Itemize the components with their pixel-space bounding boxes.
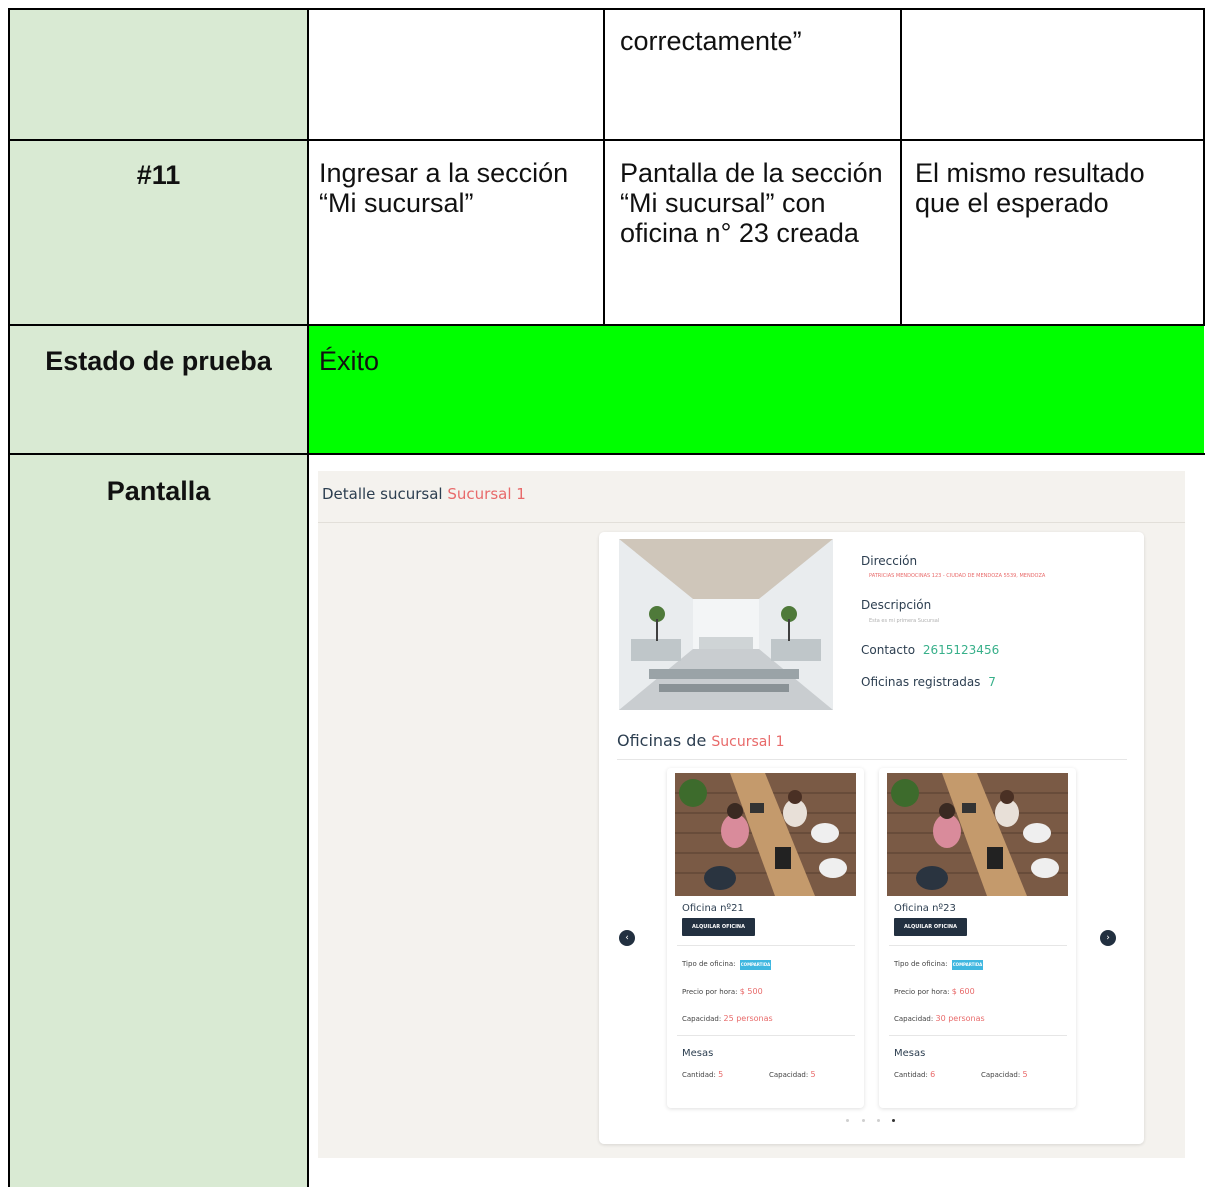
status-value: Éxito — [319, 346, 380, 376]
price-row: Precio por hora: $ 600 — [894, 987, 975, 996]
price-row: Precio por hora: $ 500 — [682, 987, 763, 996]
offices-divider — [617, 759, 1127, 760]
table-border-col3 — [603, 8, 605, 326]
table-border-top — [8, 8, 1205, 10]
status-cell — [308, 325, 1204, 454]
office-type-badge: COMPARTIDA — [952, 960, 983, 970]
description-label: Descripción — [861, 598, 932, 612]
chevron-right-icon: › — [1106, 933, 1110, 943]
row1-result-text: correctamente” — [620, 26, 802, 56]
card-divider — [677, 1035, 855, 1036]
contact-row: Contacto 2615123456 — [861, 643, 1000, 657]
table-border-label-right — [307, 8, 309, 1187]
offices-count: 7 — [988, 675, 996, 689]
app-screenshot: Detalle sucursal Sucursal 1 Dirección PA… — [318, 471, 1185, 1158]
tables-heading: Mesas — [682, 1048, 714, 1059]
branch-name: Sucursal 1 — [447, 485, 526, 503]
test-id: #11 — [136, 160, 181, 190]
card-divider — [889, 945, 1067, 946]
office-card: Oficina nº21 ALQUILAR OFICINA Tipo de of… — [667, 768, 864, 1108]
table-border-row4-top — [8, 453, 1205, 455]
carousel-dot[interactable] — [877, 1119, 880, 1122]
branch-card: Dirección PATRICIAS MENDOCINAS 123 - CIU… — [599, 532, 1144, 1144]
office-type-label: Tipo de oficina: — [682, 960, 736, 968]
capacity-row: Capacidad: 25 personas — [682, 1014, 773, 1023]
table-border-left — [8, 8, 10, 1187]
tables-cap-row: Capacidad: 5 — [769, 1070, 816, 1079]
tables-heading: Mesas — [894, 1048, 926, 1059]
office-type-label: Tipo de oficina: — [894, 960, 948, 968]
chevron-left-icon: ‹ — [625, 933, 629, 943]
screen-label: Pantalla — [106, 476, 211, 506]
detail-title: Detalle sucursal Sucursal 1 — [322, 485, 526, 503]
rent-office-button[interactable]: ALQUILAR OFICINA — [682, 918, 755, 936]
tables-qty-row: Cantidad: 5 — [682, 1070, 724, 1079]
test-step: Ingresar a la sección “Mi sucursal” — [319, 158, 569, 218]
actual-result: El mismo resultado que el esperado — [915, 158, 1145, 218]
office-card: Oficina nº23 ALQUILAR OFICINA Tipo de of… — [879, 768, 1076, 1108]
contact-phone: 2615123456 — [922, 643, 1000, 657]
office-photo — [675, 773, 856, 896]
address-label: Dirección — [861, 554, 918, 568]
status-label: Estado de prueba — [45, 346, 272, 376]
office-type-badge: COMPARTIDA — [740, 960, 771, 970]
card-divider — [677, 945, 855, 946]
tables-qty-row: Cantidad: 6 — [894, 1070, 936, 1079]
carousel-prev-button[interactable]: ‹ — [619, 930, 635, 946]
table-border-col4 — [900, 8, 902, 326]
carousel-dot[interactable] — [862, 1119, 865, 1122]
office-title: Oficina nº23 — [894, 903, 956, 914]
branch-photo — [619, 539, 833, 710]
rent-office-button[interactable]: ALQUILAR OFICINA — [894, 918, 967, 936]
office-photo — [887, 773, 1068, 896]
offices-count-row: Oficinas registradas 7 — [861, 675, 996, 689]
table-border-row2-top — [8, 139, 1205, 141]
office-title: Oficina nº21 — [682, 903, 744, 914]
description-value: Esta es mi primera Sucursal — [869, 618, 940, 624]
address-value: PATRICIAS MENDOCINAS 123 - CIUDAD DE MEN… — [869, 573, 1046, 579]
expected-result: Pantalla de la sección “Mi sucursal” con… — [620, 158, 883, 248]
carousel-dot-active[interactable] — [892, 1119, 895, 1122]
capacity-row: Capacidad: 30 personas — [894, 1014, 985, 1023]
title-divider — [318, 522, 1185, 523]
carousel-next-button[interactable]: › — [1100, 930, 1116, 946]
carousel-dot[interactable] — [846, 1119, 849, 1122]
offices-heading: Oficinas de Sucursal 1 — [617, 731, 785, 750]
table-border-row3-top — [8, 324, 1205, 326]
card-divider — [889, 1035, 1067, 1036]
tables-cap-row: Capacidad: 5 — [981, 1070, 1028, 1079]
